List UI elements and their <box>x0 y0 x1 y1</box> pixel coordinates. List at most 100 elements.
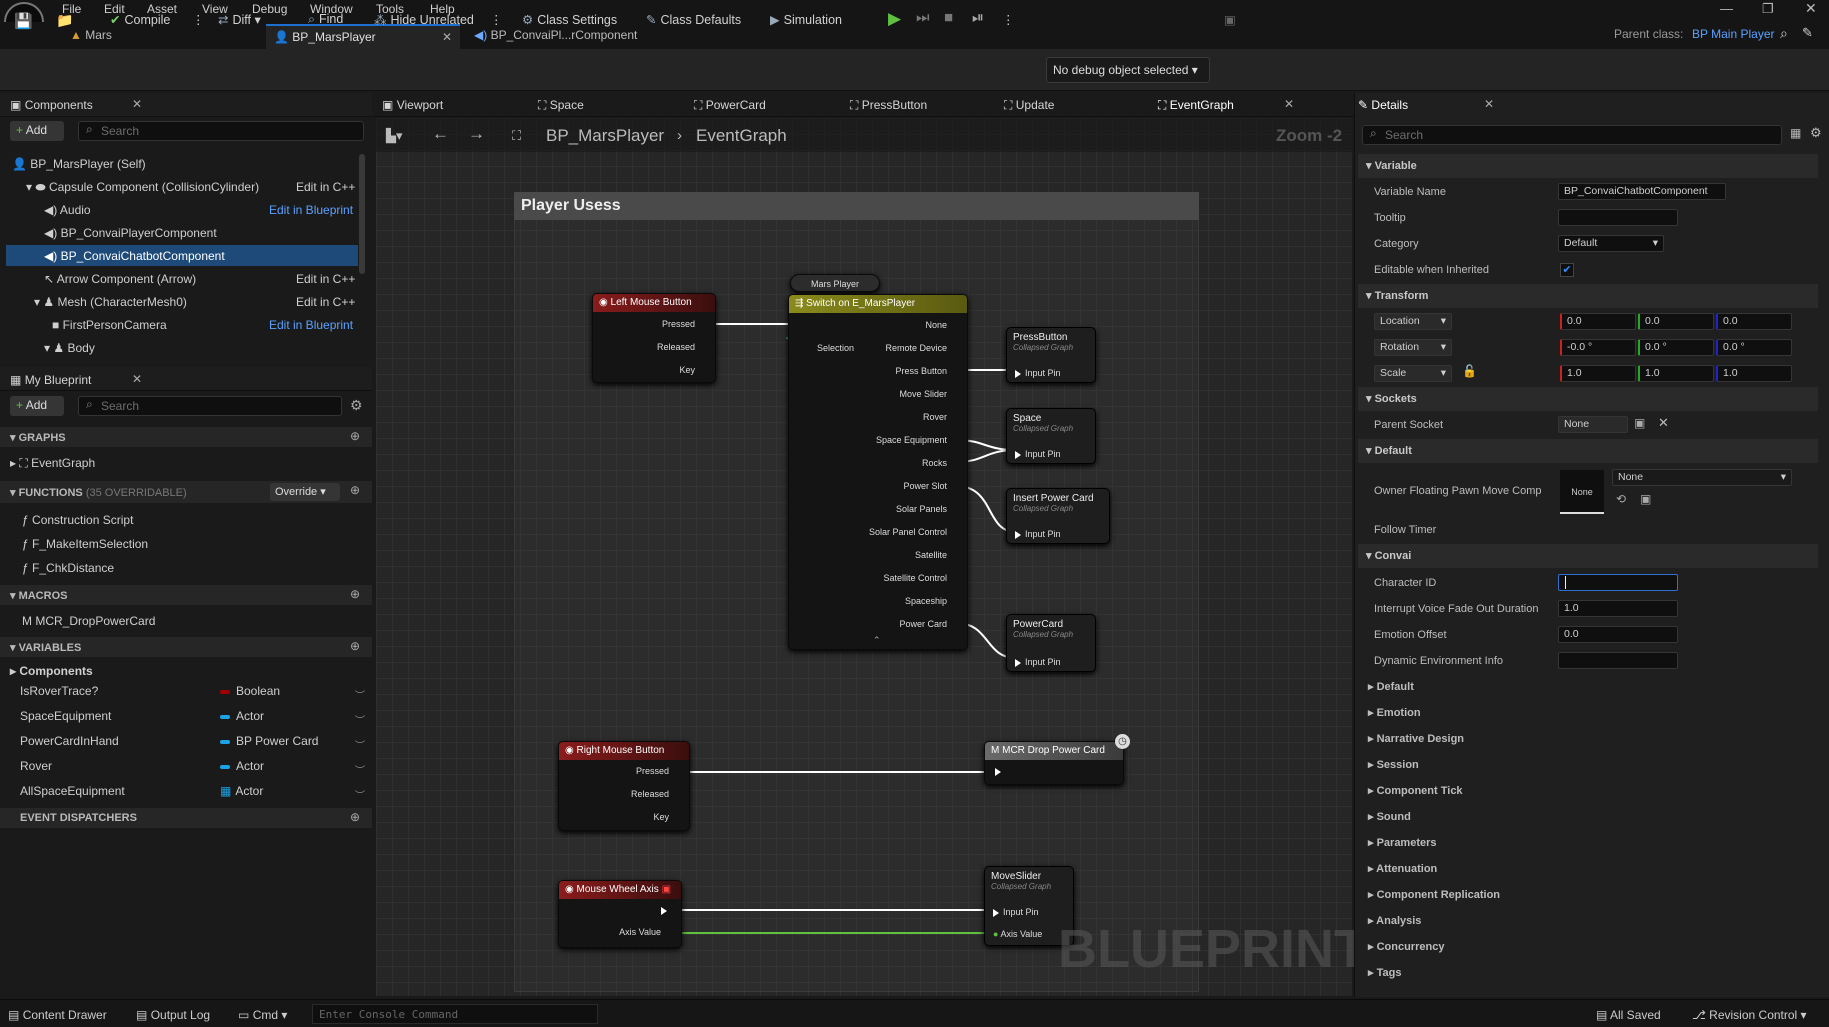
mars-player-variable-node[interactable]: Mars Player <box>790 274 880 292</box>
pin-satellite-control[interactable]: Satellite Control <box>883 573 947 583</box>
collapsed-section[interactable]: ▸ Default <box>1368 680 1414 693</box>
mouse-wheel-axis-node[interactable]: ◉ Mouse Wheel Axis ▣ Axis Value <box>558 880 682 948</box>
pin-move-slider[interactable]: Move Slider <box>899 389 947 399</box>
pin-axis-value[interactable]: Axis Value <box>619 927 661 937</box>
pin-selection[interactable]: Selection <box>817 343 854 353</box>
character-id-field[interactable] <box>1558 574 1678 591</box>
close-details-icon[interactable]: ✕ <box>1484 97 1494 111</box>
collapsed-section[interactable]: ▸ Component Replication <box>1368 888 1500 901</box>
scale-y-field[interactable]: 1.0 <box>1638 365 1714 382</box>
pin-solar-panel-control[interactable]: Solar Panel Control <box>869 527 947 537</box>
owner-dropdown[interactable]: None ▾ <box>1612 469 1792 486</box>
event-icon: ◉ <box>599 297 608 308</box>
editable-inherited-checkbox[interactable]: ✔ <box>1560 263 1574 277</box>
pin-power-card[interactable]: Power Card <box>899 619 947 629</box>
output-log-button[interactable]: ▤ Output Log <box>136 1008 210 1022</box>
browse-socket-icon[interactable]: ▣ <box>1634 416 1645 430</box>
console-command-input[interactable]: Enter Console Command <box>312 1004 598 1024</box>
parent-socket-field[interactable]: None <box>1558 416 1628 433</box>
dynamic-env-field[interactable] <box>1558 652 1678 669</box>
collapsed-section[interactable]: ▸ Narrative Design <box>1368 732 1464 745</box>
pin-exec[interactable] <box>661 905 671 915</box>
clear-socket-icon[interactable]: ✕ <box>1658 415 1669 431</box>
all-saved-status[interactable]: ▤ All Saved <box>1596 1008 1661 1022</box>
pin-none[interactable]: None <box>925 320 947 330</box>
table-view-icon[interactable]: ▦ <box>1790 126 1801 140</box>
pin-press-button[interactable]: Press Button <box>895 366 947 376</box>
collapsed-section[interactable]: ▸ Component Tick <box>1368 784 1463 797</box>
owner-thumbnail[interactable]: None <box>1560 470 1604 514</box>
convai-section[interactable]: ▾ Convai <box>1358 544 1818 568</box>
revision-control-button[interactable]: ⎇ Revision Control ▾ <box>1692 1008 1807 1022</box>
use-selected-icon[interactable]: ⟲ <box>1616 492 1626 506</box>
collapsed-section[interactable]: ▸ Parameters <box>1368 836 1437 849</box>
collapsed-powercard-node[interactable]: PowerCard Collapsed Graph Input Pin <box>1006 614 1096 672</box>
pin-power-slot[interactable]: Power Slot <box>903 481 947 491</box>
pin-key[interactable]: Key <box>653 812 669 822</box>
location-z-field[interactable]: 0.0 <box>1716 313 1792 330</box>
scale-x-field[interactable]: 1.0 <box>1560 365 1636 382</box>
pin-rocks[interactable]: Rocks <box>922 458 947 468</box>
node-title: MoveSlider <box>991 871 1042 882</box>
pin-input[interactable]: Input Pin <box>1015 449 1061 459</box>
details-gear-icon[interactable]: ⚙ <box>1810 125 1822 141</box>
section-label: Concurrency <box>1376 941 1445 953</box>
collapse-arrow-icon[interactable]: ⌃ <box>873 635 881 646</box>
mcr-drop-power-card-node[interactable]: M MCR Drop Power Card <box>984 741 1124 785</box>
collapsed-section[interactable]: ▸ Emotion <box>1368 706 1421 719</box>
pin-remote-device[interactable]: Remote Device <box>885 343 947 353</box>
sockets-section[interactable]: ▾ Sockets <box>1358 387 1818 411</box>
right-mouse-button-node[interactable]: ◉ Right Mouse Button Pressed Released Ke… <box>558 741 690 831</box>
collapsed-section[interactable]: ▸ Sound <box>1368 810 1411 823</box>
variable-name-field[interactable]: BP_ConvaiChatbotComponent <box>1558 183 1726 200</box>
rotation-x-field[interactable]: -0.0 ° <box>1560 339 1636 356</box>
cmd-dropdown[interactable]: ▭ Cmd ▾ <box>238 1008 287 1022</box>
browse-asset-icon[interactable]: ▣ <box>1640 492 1651 506</box>
collapsed-section[interactable]: ▸ Session <box>1368 758 1419 771</box>
pin-released[interactable]: Released <box>657 342 695 352</box>
switch-node[interactable]: ⇶ Switch on E_MarsPlayer Selection None … <box>788 294 968 650</box>
scale-dropdown[interactable]: Scale ▾ <box>1374 365 1452 382</box>
pin-satellite[interactable]: Satellite <box>915 550 947 560</box>
pin-input[interactable]: Input Pin <box>1015 657 1061 667</box>
pin-pressed[interactable]: Pressed <box>662 319 695 329</box>
emotion-offset-field[interactable]: 0.0 <box>1558 626 1678 643</box>
scale-z-field[interactable]: 1.0 <box>1716 365 1792 382</box>
pin-key[interactable]: Key <box>679 365 695 375</box>
pin-released[interactable]: Released <box>631 789 669 799</box>
details-tab[interactable]: ✎ Details <box>1358 98 1408 112</box>
location-dropdown[interactable]: Location ▾ <box>1374 313 1452 330</box>
pin-input[interactable]: Input Pin <box>1015 529 1061 539</box>
lock-icon[interactable]: 🔓 <box>1462 364 1477 378</box>
pin-space-equipment[interactable]: Space Equipment <box>876 435 947 445</box>
pin-spaceship[interactable]: Spaceship <box>905 596 947 606</box>
pin-input[interactable]: Input Pin <box>993 907 1039 917</box>
content-drawer-button[interactable]: ▤ Content Drawer <box>8 1008 107 1022</box>
category-dropdown[interactable]: Default ▾ <box>1558 235 1664 252</box>
transform-section[interactable]: ▾ Transform <box>1358 284 1818 308</box>
details-search-input[interactable]: Search <box>1362 125 1782 145</box>
collapsed-insert-power-card-node[interactable]: Insert Power Card Collapsed Graph Input Pi… <box>1006 488 1110 544</box>
collapsed-pressbutton-node[interactable]: PressButton Collapsed Graph Input Pin <box>1006 327 1096 383</box>
tooltip-field[interactable] <box>1558 209 1678 226</box>
variable-section[interactable]: ▾ Variable <box>1358 154 1818 178</box>
pin-solar-panels[interactable]: Solar Panels <box>896 504 947 514</box>
rotation-dropdown[interactable]: Rotation ▾ <box>1374 339 1452 356</box>
pin-input[interactable]: Input Pin <box>1015 368 1061 378</box>
location-y-field[interactable]: 0.0 <box>1638 313 1714 330</box>
collapsed-section[interactable]: ▸ Analysis <box>1368 914 1421 927</box>
pin-axis-value[interactable]: ● Axis Value <box>993 929 1042 939</box>
pin-exec[interactable] <box>995 766 1005 776</box>
default-section[interactable]: ▾ Default <box>1358 439 1818 463</box>
interrupt-voice-field[interactable]: 1.0 <box>1558 600 1678 617</box>
collapsed-space-node[interactable]: Space Collapsed Graph Input Pin <box>1006 408 1096 464</box>
location-x-field[interactable]: 0.0 <box>1560 313 1636 330</box>
left-mouse-button-node[interactable]: ◉ Left Mouse Button Pressed Released Key <box>592 293 716 383</box>
collapsed-section[interactable]: ▸ Tags <box>1368 966 1401 979</box>
collapsed-section[interactable]: ▸ Attenuation <box>1368 862 1437 875</box>
pin-pressed[interactable]: Pressed <box>636 766 669 776</box>
rotation-z-field[interactable]: 0.0 ° <box>1716 339 1792 356</box>
collapsed-section[interactable]: ▸ Concurrency <box>1368 940 1444 953</box>
pin-rover[interactable]: Rover <box>923 412 947 422</box>
rotation-y-field[interactable]: 0.0 ° <box>1638 339 1714 356</box>
